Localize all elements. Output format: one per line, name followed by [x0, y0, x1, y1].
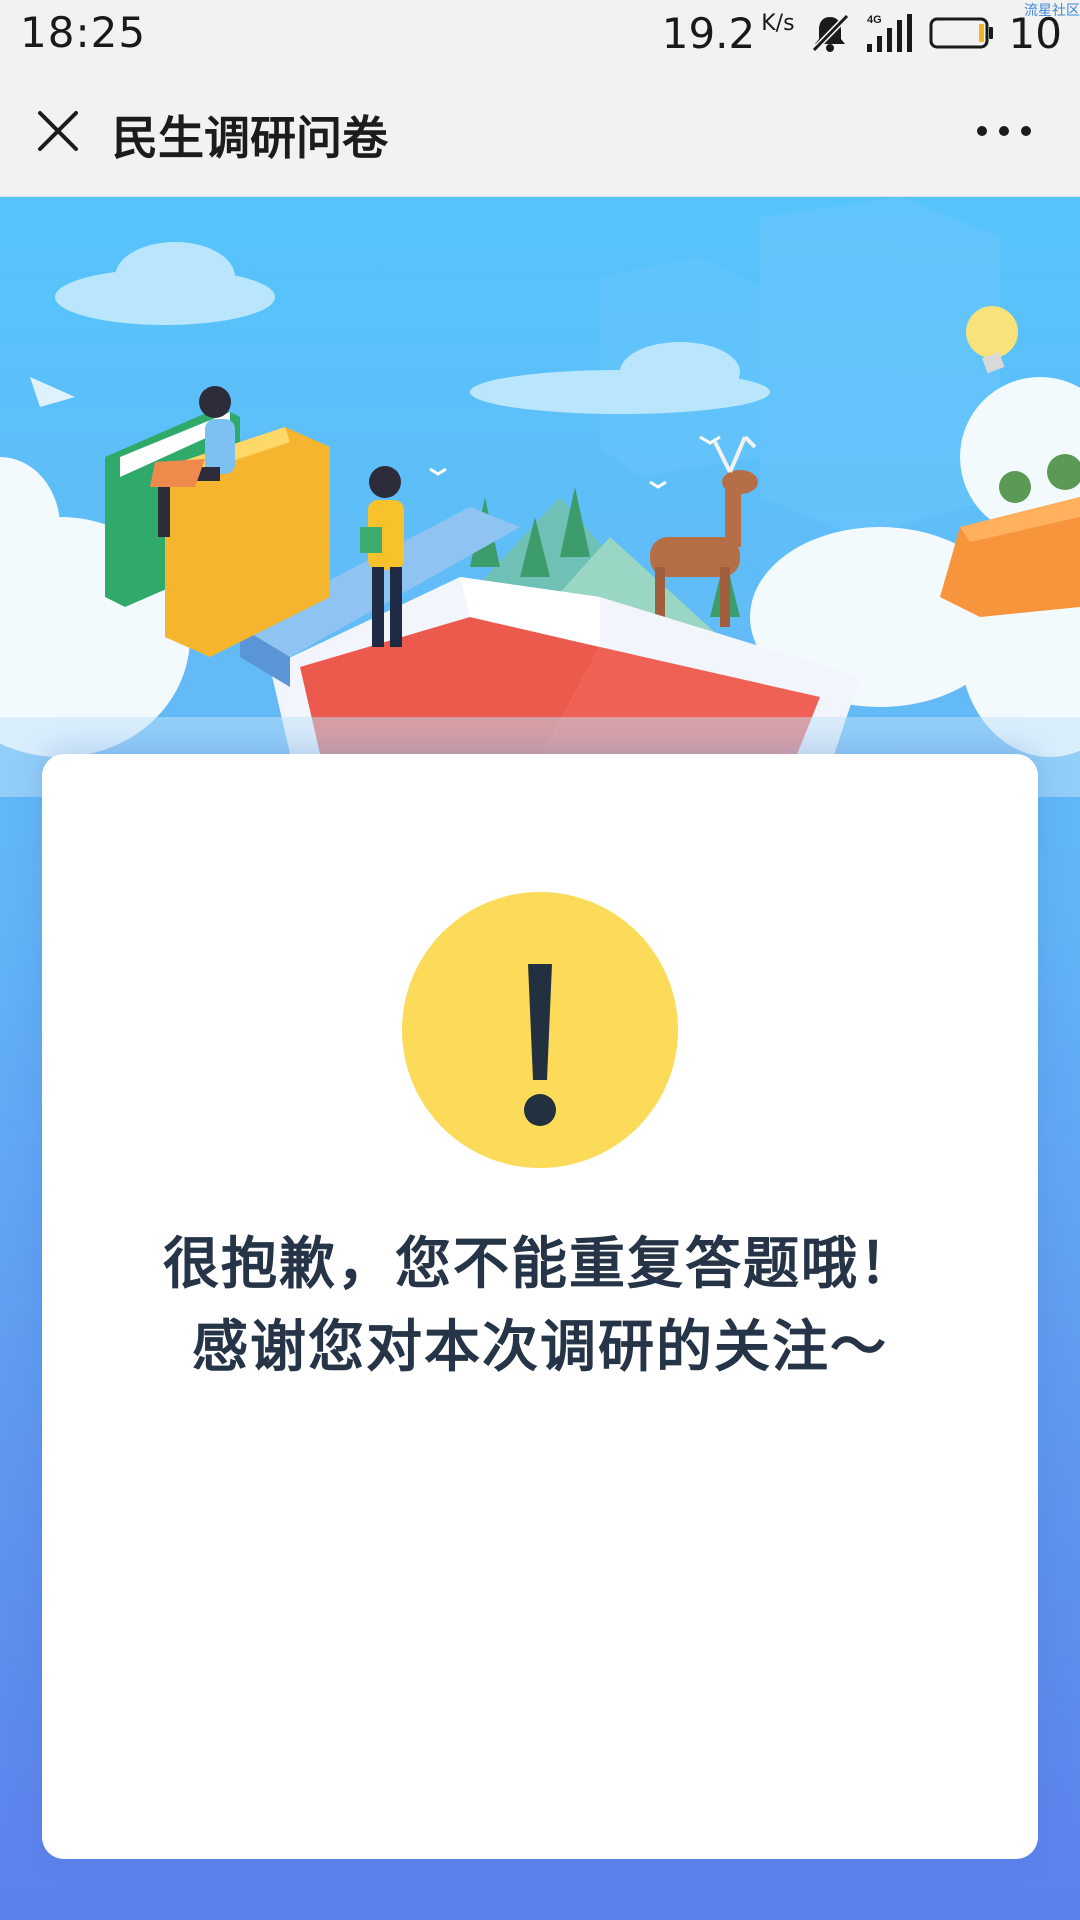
network-speed: 19.2 K/s — [662, 9, 795, 58]
page-title: 民生调研问卷 — [112, 111, 388, 165]
more-button[interactable] — [954, 99, 1054, 163]
notice-message-line-2: 感谢您对本次调研的关注～ — [192, 1315, 888, 1380]
network-speed-value: 19.2 — [661, 8, 756, 58]
notice-card: 很抱歉，您不能重复答题哦！ 感谢您对本次调研的关注～ — [42, 754, 1038, 1859]
page-content: 很抱歉，您不能重复答题哦！ 感谢您对本次调研的关注～ — [0, 197, 1080, 1920]
watermark: 流星社区 — [1024, 3, 1080, 19]
banner-illustration — [0, 197, 1080, 797]
more-dots-icon — [977, 126, 1031, 136]
network-type-label: 4G — [867, 14, 882, 26]
notice-message-line-1: 很抱歉，您不能重复答题哦！ — [163, 1232, 917, 1297]
battery-icon — [929, 16, 995, 50]
close-icon — [38, 111, 78, 151]
exclamation-icon — [524, 964, 556, 1126]
signal-icon: 4G — [865, 12, 915, 54]
close-button[interactable] — [26, 99, 90, 163]
status-time: 18:25 — [20, 8, 147, 57]
status-indicators: 19.2 K/s 4G 10 — [662, 8, 1062, 58]
warning-badge — [402, 892, 678, 1168]
status-bar: 18:25 19.2 K/s 4G 10 流星社区 — [0, 0, 1080, 66]
app-header: 民生调研问卷 — [0, 66, 1080, 197]
mute-bell-icon — [809, 12, 851, 54]
network-speed-unit: K/s — [761, 10, 795, 36]
